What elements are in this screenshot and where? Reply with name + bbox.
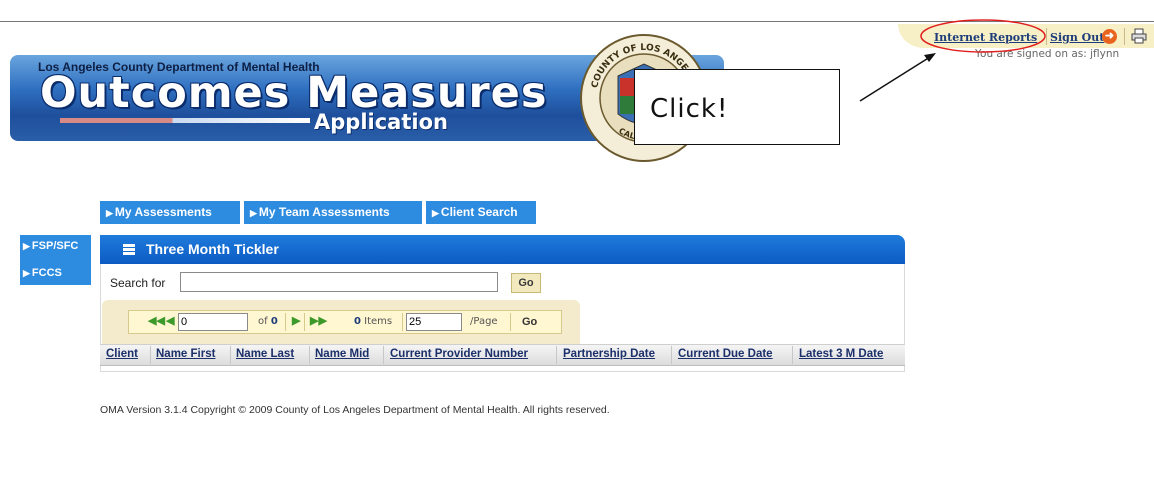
pager-of-text: of 0 xyxy=(258,316,278,327)
items-count-text: 0 Items xyxy=(354,316,393,327)
page-size-input[interactable] xyxy=(406,313,462,331)
panel-header: Three Month Tickler xyxy=(100,235,905,264)
first-page-icon[interactable]: ◀◀ xyxy=(148,314,165,327)
internet-reports-link[interactable]: Internet Reports xyxy=(934,31,1037,44)
list-icon xyxy=(123,244,135,255)
pager-separator xyxy=(510,313,511,331)
print-icon[interactable] xyxy=(1131,28,1147,44)
column-current-provider-number[interactable]: Current Provider Number xyxy=(390,348,528,360)
click-callout-text: Click! xyxy=(650,94,729,124)
triangle-right-icon: ▶ xyxy=(106,208,113,218)
tab-label: Client Search xyxy=(440,205,518,219)
page-number-input[interactable] xyxy=(178,313,248,331)
top-divider xyxy=(0,21,1154,22)
column-name-first[interactable]: Name First xyxy=(156,348,215,360)
column-latest-3m-date[interactable]: Latest 3 M Date xyxy=(799,348,883,360)
triangle-right-icon: ▶ xyxy=(23,268,30,278)
triangle-right-icon: ▶ xyxy=(23,241,30,251)
pager-separator xyxy=(402,313,403,331)
column-separator xyxy=(792,346,793,364)
search-go-button[interactable]: Go xyxy=(511,273,541,293)
last-page-icon[interactable]: ▶▶ xyxy=(310,314,327,327)
triangle-right-icon: ▶ xyxy=(432,208,439,218)
nav-item-fsp-sfc[interactable]: ▶ FSP/SFC xyxy=(23,240,78,252)
search-label: Search for xyxy=(110,276,166,290)
nav-item-label: FSP/SFC xyxy=(31,240,79,252)
column-separator xyxy=(150,346,151,364)
column-separator xyxy=(309,346,310,364)
column-separator xyxy=(671,346,672,364)
search-input[interactable] xyxy=(180,272,498,292)
prev-page-icon[interactable]: ◀ xyxy=(166,314,174,327)
sign-out-arrow-icon[interactable]: ➜ xyxy=(1102,29,1117,44)
panel-title: Three Month Tickler xyxy=(146,241,279,257)
column-name-last[interactable]: Name Last xyxy=(236,348,294,360)
utility-separator xyxy=(1046,28,1047,45)
pager-go-button[interactable]: Go xyxy=(522,316,537,328)
footer-copyright: OMA Version 3.1.4 Copyright © 2009 Count… xyxy=(100,404,610,416)
pointer-arrowhead xyxy=(924,53,936,62)
column-separator xyxy=(230,346,231,364)
nav-item-label: FCCS xyxy=(31,267,62,279)
tab-label: My Team Assessments xyxy=(258,205,390,219)
tab-client-search[interactable]: ▶ Client Search xyxy=(426,201,536,224)
utility-separator xyxy=(1124,28,1125,45)
tab-label: My Assessments xyxy=(114,205,212,219)
banner-stripe xyxy=(60,118,310,123)
column-separator xyxy=(383,346,384,364)
column-client[interactable]: Client xyxy=(106,348,138,360)
tab-my-assessments[interactable]: ▶ My Assessments xyxy=(100,201,240,224)
sign-out-link[interactable]: Sign Out xyxy=(1050,31,1104,44)
column-partnership-date[interactable]: Partnership Date xyxy=(563,348,655,360)
per-page-label: /Page xyxy=(470,316,498,327)
column-current-due-date[interactable]: Current Due Date xyxy=(678,348,773,360)
pager-separator xyxy=(285,313,286,331)
signed-on-text: You are signed on as: jflynn xyxy=(975,48,1120,60)
column-name-mid[interactable]: Name Mid xyxy=(315,348,369,360)
column-separator xyxy=(556,346,557,364)
click-callout-box: Click! xyxy=(634,69,840,145)
pager-separator xyxy=(304,313,305,331)
tab-my-team-assessments[interactable]: ▶ My Team Assessments xyxy=(244,201,422,224)
app-title: Outcomes Measures xyxy=(40,68,548,118)
pointer-arrow-line xyxy=(859,56,931,102)
triangle-right-icon: ▶ xyxy=(250,208,257,218)
next-page-icon[interactable]: ▶ xyxy=(292,314,300,327)
nav-item-fccs[interactable]: ▶ FCCS xyxy=(23,267,62,279)
app-subtitle: Application xyxy=(314,110,448,134)
